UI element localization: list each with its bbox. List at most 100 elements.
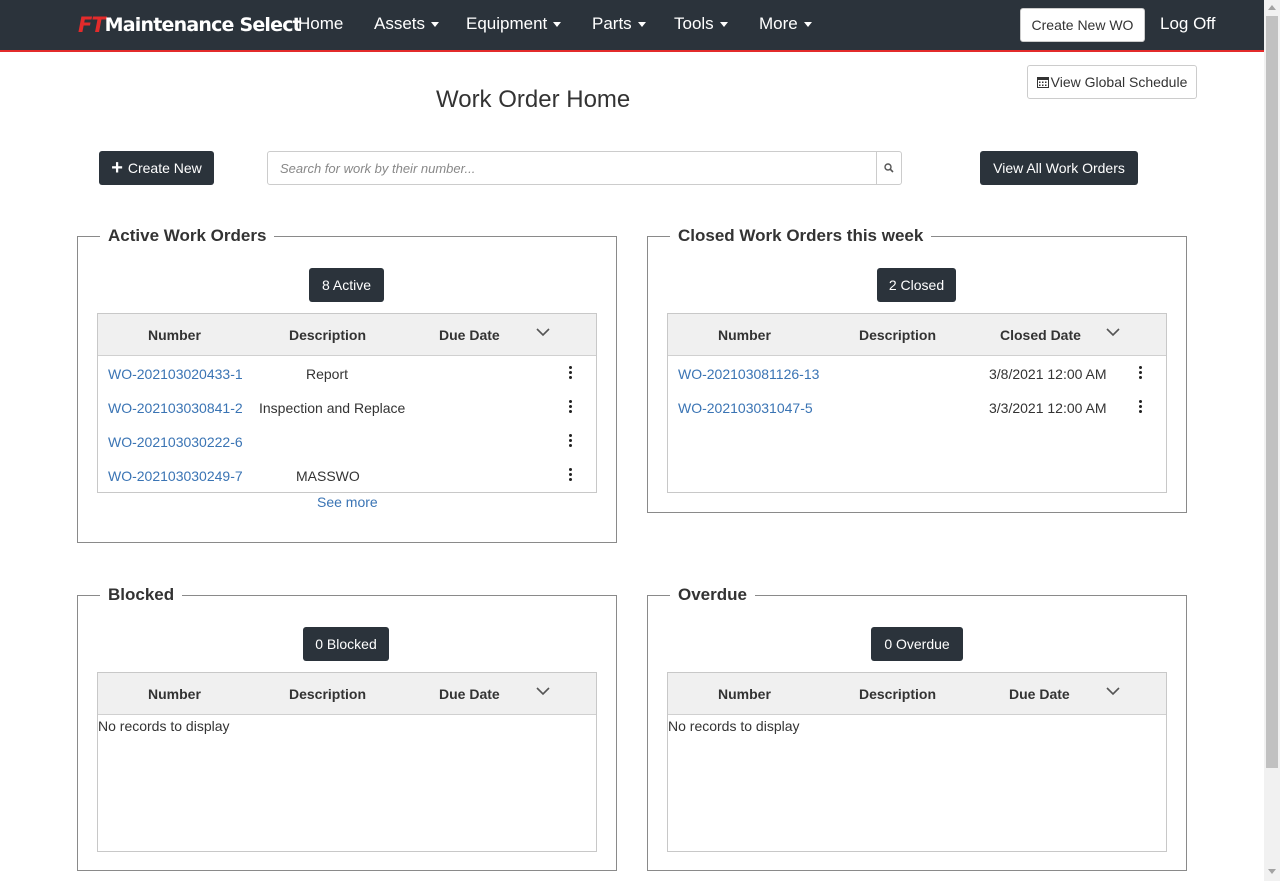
page-scrollbar[interactable] [1264, 0, 1280, 881]
table-row: WO-202103020433-1 Report [98, 356, 596, 390]
nav-assets[interactable]: Assets [374, 14, 440, 34]
kebab-menu-icon[interactable] [569, 400, 573, 416]
grid-header: Number Description Due Date [98, 673, 596, 715]
nav-tools[interactable]: Tools [674, 14, 728, 34]
caret-down-icon [431, 22, 440, 28]
scroll-up-arrow-icon[interactable] [1268, 5, 1276, 10]
search-box [267, 151, 902, 185]
view-global-schedule-label: View Global Schedule [1050, 74, 1188, 90]
caret-down-icon [803, 22, 812, 28]
wo-link[interactable]: WO-202103031047-5 [678, 400, 813, 416]
wo-link[interactable]: WO-202103030249-7 [108, 468, 243, 484]
create-new-label: Create New [127, 160, 202, 176]
brand-ft: FT [78, 13, 106, 37]
scroll-thumb[interactable] [1266, 16, 1278, 768]
search-icon [884, 163, 894, 173]
chevron-down-icon[interactable] [1106, 327, 1120, 337]
description-cell: MASSWO [296, 468, 360, 484]
chevron-down-icon[interactable] [536, 327, 550, 337]
nav-more[interactable]: More [759, 14, 812, 34]
column-number[interactable]: Number [718, 686, 771, 702]
blocked-panel: Blocked 0 Blocked Number Description Due… [77, 584, 617, 871]
table-row: WO-202103030249-7 MASSWO [98, 458, 596, 492]
brand-name: Maintenance Select [104, 14, 302, 36]
description-cell: Report [306, 366, 349, 382]
table-row: WO-202103030841-2 Inspection and Replace [98, 390, 596, 424]
wo-link[interactable]: WO-202103020433-1 [108, 366, 243, 382]
page-title: Work Order Home [436, 86, 631, 113]
overdue-grid: Number Description Due Date No records t… [667, 672, 1167, 852]
active-work-orders-panel: Active Work Orders 8 Active Number Descr… [77, 225, 617, 543]
nav-equipment[interactable]: Equipment [466, 14, 562, 34]
see-more-link[interactable]: See more [317, 494, 378, 510]
overdue-legend: Overdue [670, 584, 755, 606]
view-all-work-orders-button[interactable]: View All Work Orders [980, 151, 1138, 185]
column-description[interactable]: Description [859, 327, 936, 343]
overdue-count-badge[interactable]: 0 Overdue [871, 627, 963, 661]
create-new-wo-button[interactable]: Create New WO [1020, 8, 1145, 42]
closed-work-orders-panel: Closed Work Orders this week 2 Closed Nu… [647, 225, 1187, 513]
table-row: WO-202103081126-13 3/8/2021 12:00 AM [668, 356, 1166, 390]
column-closed-date[interactable]: Closed Date [1000, 327, 1081, 343]
column-description[interactable]: Description [859, 686, 936, 702]
active-legend: Active Work Orders [100, 225, 275, 247]
chevron-down-icon[interactable] [1106, 686, 1120, 696]
kebab-menu-icon[interactable] [569, 468, 573, 484]
brand-logo[interactable]: FT Maintenance Select [78, 12, 302, 38]
caret-down-icon [553, 22, 562, 28]
closed-date-cell: 3/8/2021 12:00 AM [989, 366, 1107, 382]
column-due-date[interactable]: Due Date [439, 686, 500, 702]
create-new-button[interactable]: + Create New [99, 151, 214, 185]
top-navbar: FT Maintenance Select Home Assets Equipm… [0, 0, 1264, 52]
kebab-menu-icon[interactable] [569, 366, 573, 382]
kebab-menu-icon[interactable] [569, 434, 573, 450]
kebab-menu-icon[interactable] [1139, 366, 1143, 382]
nav-equipment-label: Equipment [466, 14, 548, 33]
search-button[interactable] [876, 152, 901, 184]
nav-assets-label: Assets [374, 14, 426, 33]
overdue-panel: Overdue 0 Overdue Number Description Due… [647, 584, 1187, 871]
column-description[interactable]: Description [289, 327, 366, 343]
table-row: WO-202103031047-5 3/3/2021 12:00 AM [668, 390, 1166, 424]
column-number[interactable]: Number [148, 327, 201, 343]
calendar-icon [1036, 77, 1049, 88]
active-grid: Number Description Due Date WO-202103020… [97, 313, 597, 493]
column-description[interactable]: Description [289, 686, 366, 702]
nav-home-label: Home [298, 14, 344, 33]
nav-home[interactable]: Home [298, 14, 343, 34]
closed-date-cell: 3/3/2021 12:00 AM [989, 400, 1107, 416]
blocked-grid: Number Description Due Date No records t… [97, 672, 597, 852]
nav-parts[interactable]: Parts [592, 14, 646, 34]
plus-icon: + [111, 157, 123, 179]
log-off-link[interactable]: Log Off [1160, 14, 1215, 34]
wo-link[interactable]: WO-202103081126-13 [678, 366, 819, 382]
kebab-menu-icon[interactable] [1139, 400, 1143, 416]
grid-header: Number Description Due Date [668, 673, 1166, 715]
column-number[interactable]: Number [148, 686, 201, 702]
nav-tools-label: Tools [674, 14, 714, 33]
nav-more-label: More [759, 14, 798, 33]
caret-down-icon [719, 22, 728, 28]
blocked-count-badge[interactable]: 0 Blocked [303, 627, 389, 661]
closed-legend: Closed Work Orders this week [670, 225, 932, 247]
wo-link[interactable]: WO-202103030222-6 [108, 434, 243, 450]
table-row: WO-202103030222-6 [98, 424, 596, 458]
column-due-date[interactable]: Due Date [439, 327, 500, 343]
search-input[interactable] [268, 152, 876, 184]
view-global-schedule-button[interactable]: View Global Schedule [1027, 65, 1197, 99]
active-count-badge[interactable]: 8 Active [309, 268, 384, 302]
no-records-text: No records to display [668, 718, 800, 734]
wo-link[interactable]: WO-202103030841-2 [108, 400, 243, 416]
chevron-down-icon[interactable] [536, 686, 550, 696]
scroll-down-arrow-icon[interactable] [1268, 869, 1276, 874]
closed-count-badge[interactable]: 2 Closed [877, 268, 956, 302]
column-number[interactable]: Number [718, 327, 771, 343]
closed-grid: Number Description Closed Date WO-202103… [667, 313, 1167, 493]
no-records-text: No records to display [98, 718, 230, 734]
column-due-date[interactable]: Due Date [1009, 686, 1070, 702]
grid-header: Number Description Closed Date [668, 314, 1166, 356]
blocked-legend: Blocked [100, 584, 183, 606]
grid-header: Number Description Due Date [98, 314, 596, 356]
nav-parts-label: Parts [592, 14, 632, 33]
caret-down-icon [637, 22, 646, 28]
